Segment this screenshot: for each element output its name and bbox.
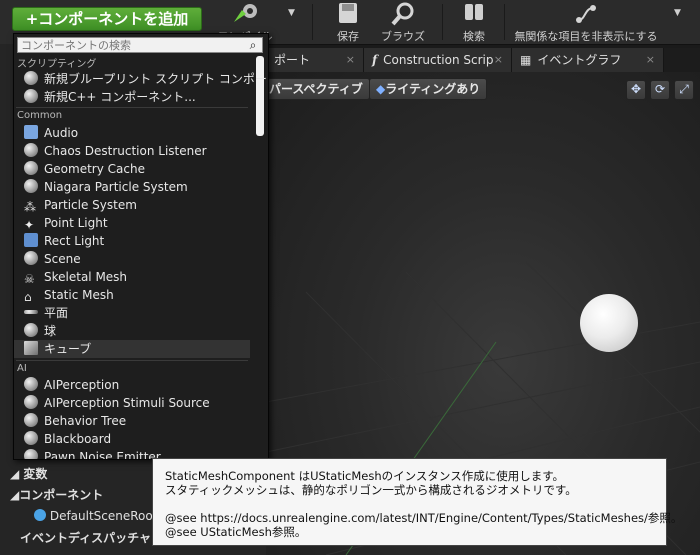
search-button[interactable]: 検索 xyxy=(452,0,496,44)
category-ai: AI xyxy=(17,363,27,374)
particle-icon: ⁂ xyxy=(24,200,36,214)
cube-icon xyxy=(24,341,38,355)
binoculars-search-icon xyxy=(465,4,483,20)
list-item-aiperception-stimuli[interactable]: AIPerception Stimuli Source xyxy=(24,394,250,412)
compile-gear-icon xyxy=(234,4,257,22)
tooltip-line: スタティックメッシュは、静的なポリゴン一式から構成されるジオメトリです。 xyxy=(165,483,577,497)
list-item-sphere[interactable]: 球 xyxy=(24,322,250,340)
list-item-geometry-cache[interactable]: Geometry Cache xyxy=(24,160,250,178)
tab-event-graph[interactable]: ▦ イベントグラフ × xyxy=(512,48,664,72)
list-item-skeletal-mesh[interactable]: ☠ Skeletal Mesh xyxy=(24,268,250,286)
save-disk-icon xyxy=(339,3,357,23)
search-icon: ⌕ xyxy=(249,38,257,52)
node-connection-icon xyxy=(576,5,596,23)
list-item-new-blueprint[interactable]: 新規ブループリント スクリプト コンポー... xyxy=(24,70,268,88)
close-icon[interactable]: × xyxy=(494,48,503,72)
magnifier-browse-icon xyxy=(391,2,414,26)
static-mesh-tooltip: StaticMeshComponent はUStaticMeshのインスタンス作… xyxy=(152,458,683,546)
tooltip-line: @see https://docs.unrealengine.com/lates… xyxy=(165,511,683,525)
search-label: 検索 xyxy=(463,30,485,43)
list-item-new-cpp[interactable]: 新規C++ コンポーネント... xyxy=(24,88,250,106)
sphere-icon xyxy=(24,323,38,337)
close-icon[interactable]: × xyxy=(646,48,655,72)
sphere-icon xyxy=(24,413,38,427)
list-item-cube[interactable]: キューブ xyxy=(14,340,250,358)
cpp-component-icon xyxy=(24,89,38,103)
tab-viewport[interactable]: ポート × xyxy=(266,48,364,72)
list-item-aiperception[interactable]: AIPerception xyxy=(24,376,250,394)
move-mode-icon[interactable]: ✥ xyxy=(626,80,646,100)
hide-unrelated-label: 無関係な項目を非表示にする xyxy=(514,30,658,43)
tooltip-line: StaticMeshComponent はUStaticMeshのインスタンス作… xyxy=(165,469,565,483)
sphere-icon xyxy=(24,143,38,157)
list-item-particle-system[interactable]: ⁂ Particle System xyxy=(24,196,250,214)
sphere-icon xyxy=(24,251,38,265)
add-component-button[interactable]: +コンポーネントを追加 xyxy=(12,7,202,31)
cube-lit-icon: ◆ xyxy=(376,82,386,96)
close-icon[interactable]: × xyxy=(346,48,355,72)
list-item-scene[interactable]: Scene xyxy=(24,250,250,268)
list-item-behavior-tree[interactable]: Behavior Tree xyxy=(24,412,250,430)
function-icon: f xyxy=(372,53,378,67)
blueprint-component-icon xyxy=(24,71,38,85)
scale-mode-icon[interactable]: ⤢ xyxy=(674,80,694,100)
list-item-blackboard[interactable]: Blackboard xyxy=(24,430,250,448)
plane-icon xyxy=(24,310,38,314)
component-search-field[interactable]: ⌕ xyxy=(17,37,263,53)
audio-icon xyxy=(24,125,38,139)
hide-unrelated-dropdown-icon[interactable]: ▼ xyxy=(674,8,681,18)
list-item-static-mesh[interactable]: ⌂ Static Mesh xyxy=(24,286,250,304)
eye-icon xyxy=(24,377,38,391)
static-mesh-icon: ⌂ xyxy=(24,290,32,304)
sphere-mesh[interactable] xyxy=(580,294,638,352)
tooltip-line: @see UStaticMesh参照。 xyxy=(165,525,307,539)
list-item-chaos-destruction[interactable]: Chaos Destruction Listener xyxy=(24,142,250,160)
browse-button[interactable]: ブラウズ xyxy=(378,0,428,44)
save-label: 保存 xyxy=(337,30,359,43)
sphere-icon xyxy=(24,395,38,409)
list-item-plane[interactable]: 平面 xyxy=(24,304,250,322)
add-component-dropdown: ⌕ スクリプティング 新規ブループリント スクリプト コンポー... 新規C++… xyxy=(13,33,269,460)
list-item-audio[interactable]: Audio xyxy=(24,124,250,142)
sphere-icon xyxy=(24,449,38,459)
hide-unrelated-button[interactable]: 無関係な項目を非表示にする xyxy=(506,0,666,44)
sphere-icon xyxy=(24,431,38,445)
components-section[interactable]: ◢コンポーネント xyxy=(10,485,170,505)
skeleton-icon: ☠ xyxy=(24,272,35,286)
sphere-icon xyxy=(24,161,38,175)
category-scripting: スクリプティング xyxy=(17,59,97,70)
light-bulb-icon: ✦ xyxy=(24,218,35,232)
perspective-button[interactable]: パースペクティブ xyxy=(266,78,370,100)
category-common: Common xyxy=(17,110,63,121)
scene-root-icon xyxy=(34,509,46,521)
rotate-mode-icon[interactable]: ⟳ xyxy=(650,80,670,100)
variables-section[interactable]: ◢ 変数 xyxy=(10,464,170,484)
lighting-mode-button[interactable]: ◆ライティングあり xyxy=(369,78,488,100)
tab-construction-script[interactable]: f Construction Scrip × xyxy=(364,48,512,72)
dropdown-scrollbar[interactable] xyxy=(256,56,264,136)
editor-tabs: ポート × f Construction Scrip × ▦ イベントグラフ × xyxy=(266,48,700,72)
list-item-rect-light[interactable]: Rect Light xyxy=(24,232,250,250)
compile-dropdown-icon[interactable]: ▼ xyxy=(288,8,295,18)
component-search-input[interactable] xyxy=(18,38,241,53)
sphere-icon xyxy=(24,179,38,193)
grid-icon: ▦ xyxy=(520,53,532,67)
browse-label: ブラウズ xyxy=(381,30,425,43)
list-item-niagara[interactable]: Niagara Particle System xyxy=(24,178,250,196)
list-item-point-light[interactable]: ✦ Point Light xyxy=(24,214,250,232)
save-button[interactable]: 保存 xyxy=(325,0,371,44)
rect-light-icon xyxy=(24,233,38,247)
